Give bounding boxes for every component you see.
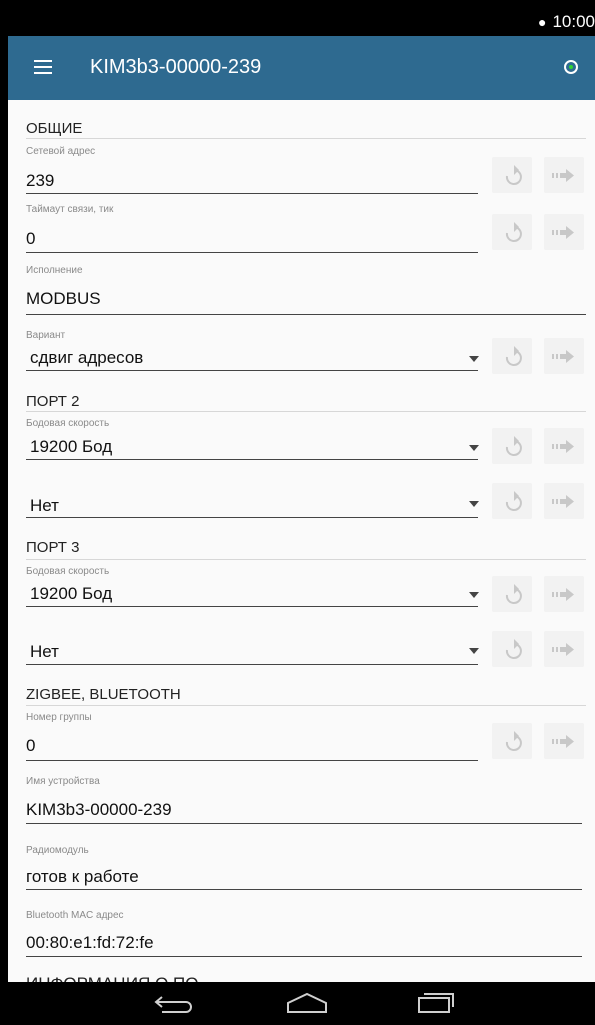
settings-content[interactable]: ОБЩИЕ Сетевой адрес 239 Таймаут связи, т… bbox=[8, 100, 595, 982]
variant-send-button[interactable] bbox=[544, 338, 584, 374]
section-divider bbox=[26, 705, 586, 706]
section-firmware-info: ИНФОРМАЦИЯ О ПО bbox=[26, 974, 198, 982]
net-address-field[interactable]: 239 bbox=[26, 171, 54, 191]
section-divider bbox=[26, 559, 586, 560]
timeout-reset-button[interactable] bbox=[492, 214, 532, 250]
arrow-right-icon bbox=[552, 350, 574, 363]
undo-icon bbox=[505, 164, 522, 185]
field-underline bbox=[26, 889, 582, 890]
net-address-send-button[interactable] bbox=[544, 157, 584, 193]
field-underline bbox=[26, 517, 478, 518]
port3-baud-send-button[interactable] bbox=[544, 576, 584, 612]
variant-dropdown[interactable]: сдвиг адресов bbox=[30, 348, 143, 368]
arrow-right-icon bbox=[552, 735, 574, 748]
app-bar: KIM3b3-00000-239 bbox=[8, 36, 595, 100]
field-underline bbox=[26, 193, 478, 194]
net-address-label: Сетевой адрес bbox=[26, 146, 96, 157]
undo-icon bbox=[505, 490, 522, 511]
field-underline bbox=[26, 606, 478, 607]
undo-icon bbox=[505, 435, 522, 456]
triangle-down-icon[interactable] bbox=[469, 356, 479, 362]
arrow-right-icon bbox=[552, 643, 574, 656]
hamburger-menu-icon[interactable] bbox=[34, 60, 52, 74]
bluetooth-icon: ● bbox=[537, 14, 547, 30]
undo-icon bbox=[505, 221, 522, 242]
triangle-down-icon[interactable] bbox=[469, 592, 479, 598]
execution-field: MODBUS bbox=[26, 289, 101, 308]
variant-reset-button[interactable] bbox=[492, 338, 532, 374]
arrow-right-icon bbox=[552, 169, 574, 182]
status-bar: ● 10:00 bbox=[0, 0, 595, 36]
port3-baud-reset-button[interactable] bbox=[492, 576, 532, 612]
section-port3: ПОРТ 3 bbox=[26, 539, 80, 556]
device-name-field: KIM3b3-00000-239 bbox=[26, 800, 172, 819]
group-number-field[interactable]: 0 bbox=[26, 736, 35, 756]
port2-baud-send-button[interactable] bbox=[544, 428, 584, 464]
field-underline bbox=[26, 252, 478, 253]
undo-icon bbox=[505, 638, 522, 659]
port2-mode-reset-button[interactable] bbox=[492, 483, 532, 519]
device-name-label: Имя устройства bbox=[26, 776, 100, 787]
port3-mode-reset-button[interactable] bbox=[492, 631, 532, 667]
port2-mode-dropdown[interactable]: Нет bbox=[30, 496, 59, 516]
clock: 10:00 bbox=[552, 12, 595, 31]
radio-module-field: готов к работе bbox=[26, 867, 139, 886]
undo-icon bbox=[505, 345, 522, 366]
group-number-send-button[interactable] bbox=[544, 723, 584, 759]
timeout-send-button[interactable] bbox=[544, 214, 584, 250]
page-title: KIM3b3-00000-239 bbox=[90, 56, 262, 78]
field-underline bbox=[26, 823, 582, 824]
variant-label: Вариант bbox=[26, 330, 66, 341]
radio-module-label: Радиомодуль bbox=[26, 845, 89, 856]
undo-icon bbox=[505, 730, 522, 751]
section-zigbee-bluetooth: ZIGBEE, BLUETOOTH bbox=[26, 686, 181, 703]
port2-mode-send-button[interactable] bbox=[544, 483, 584, 519]
port3-mode-dropdown[interactable]: Нет bbox=[30, 642, 59, 662]
field-underline bbox=[26, 459, 478, 460]
arrow-right-icon bbox=[552, 440, 574, 453]
group-number-label: Номер группы bbox=[26, 712, 92, 723]
arrow-right-icon bbox=[552, 226, 574, 239]
section-port2: ПОРТ 2 bbox=[26, 393, 80, 410]
triangle-down-icon[interactable] bbox=[469, 648, 479, 654]
section-general: ОБЩИЕ bbox=[26, 120, 83, 137]
section-divider bbox=[26, 411, 586, 412]
back-icon[interactable] bbox=[152, 991, 198, 1015]
triangle-down-icon[interactable] bbox=[469, 445, 479, 451]
port3-baud-label: Бодовая скорость bbox=[26, 566, 110, 577]
port2-baud-reset-button[interactable] bbox=[492, 428, 532, 464]
port2-baud-dropdown[interactable]: 19200 Бод bbox=[30, 437, 112, 457]
recents-icon[interactable] bbox=[416, 991, 456, 1015]
connection-status-icon[interactable] bbox=[564, 60, 578, 74]
timeout-label: Таймаут связи, тик bbox=[26, 204, 114, 215]
nav-bar bbox=[0, 982, 595, 1025]
field-underline bbox=[26, 956, 582, 957]
status-bar-right: ● 10:00 bbox=[538, 12, 595, 32]
port3-mode-send-button[interactable] bbox=[544, 631, 584, 667]
triangle-down-icon[interactable] bbox=[469, 501, 479, 507]
section-divider bbox=[26, 138, 586, 139]
port3-baud-dropdown[interactable]: 19200 Бод bbox=[30, 584, 112, 604]
arrow-right-icon bbox=[552, 588, 574, 601]
field-underline bbox=[26, 664, 478, 665]
home-icon[interactable] bbox=[284, 991, 330, 1015]
undo-icon bbox=[505, 583, 522, 604]
bt-mac-field: 00:80:e1:fd:72:fe bbox=[26, 933, 154, 952]
group-number-reset-button[interactable] bbox=[492, 723, 532, 759]
timeout-field[interactable]: 0 bbox=[26, 229, 35, 249]
net-address-reset-button[interactable] bbox=[492, 157, 532, 193]
field-underline bbox=[26, 760, 478, 761]
bt-mac-label: Bluetooth MAC адрес bbox=[26, 910, 124, 921]
arrow-right-icon bbox=[552, 495, 574, 508]
execution-label: Исполнение bbox=[26, 265, 83, 276]
field-underline bbox=[26, 370, 478, 371]
port2-baud-label: Бодовая скорость bbox=[26, 418, 110, 429]
field-underline bbox=[26, 314, 586, 315]
